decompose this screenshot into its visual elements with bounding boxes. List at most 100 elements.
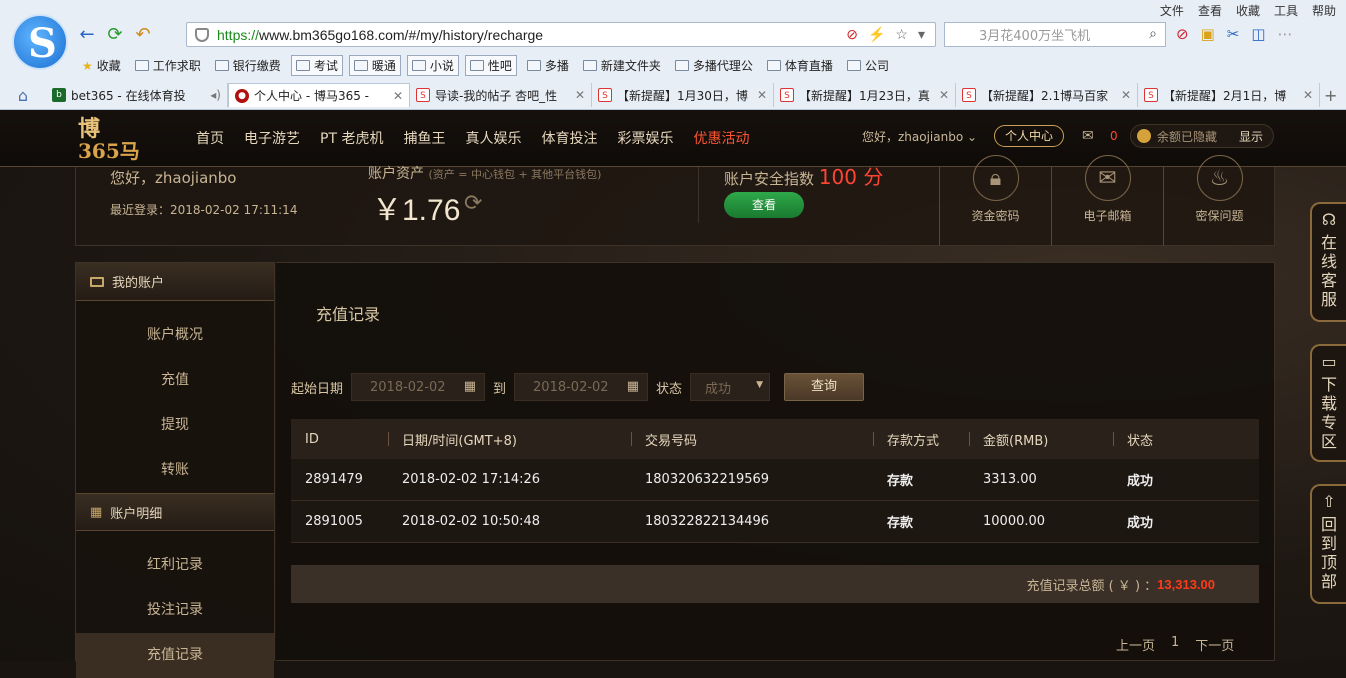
fav-item[interactable]: 新建文件夹 — [579, 55, 665, 76]
start-date-input[interactable]: 2018-02-02 ▦ — [351, 373, 486, 401]
fav-item[interactable]: 考试 — [290, 55, 343, 76]
search-icon[interactable]: ⌕ — [1149, 26, 1157, 42]
scissors-icon[interactable]: ✂ — [1227, 25, 1240, 43]
nav-live-casino[interactable]: 真人娱乐 — [465, 128, 521, 148]
close-icon[interactable]: ✕ — [757, 88, 767, 102]
nav-lottery[interactable]: 彩票娱乐 — [617, 128, 673, 148]
folder-icon — [526, 60, 541, 71]
menu-favorites[interactable]: 收藏 — [1236, 2, 1260, 19]
close-icon[interactable]: ✕ — [393, 89, 403, 103]
close-icon[interactable]: ✕ — [1121, 88, 1131, 102]
show-balance-button[interactable]: 显示 — [1239, 128, 1263, 145]
float-back-to-top[interactable]: ⇧ 回到顶部 — [1310, 484, 1346, 604]
nav-fishing[interactable]: 捕鱼王 — [403, 128, 445, 148]
back-arrow-icon[interactable]: ← — [76, 24, 98, 46]
fund-password-link[interactable]: 🔒︎ 资金密码 — [939, 155, 1051, 246]
user-menu[interactable]: 您好，zhaojianbo ⌄ — [862, 128, 977, 145]
undo-icon[interactable]: ↶ — [132, 24, 154, 46]
tab-bet365[interactable]: b bet365 - 在线体育投 ◂) — [46, 83, 228, 107]
balance-widget: 余额已隐藏 显示 — [1130, 124, 1274, 148]
calendar-icon[interactable]: ▦ — [464, 379, 476, 394]
fav-item[interactable]: 体育直播 — [763, 55, 837, 76]
calculator-icon: ▦ — [90, 504, 103, 520]
sidebar-item-bonus[interactable]: 红利记录 — [76, 543, 274, 588]
fav-item[interactable]: 工作求职 — [131, 55, 205, 76]
nav-sports[interactable]: 体育投注 — [541, 128, 597, 148]
sidebar-item-overview[interactable]: 账户概况 — [76, 313, 274, 358]
cell-method: 存款 — [887, 516, 914, 531]
menu-file[interactable]: 文件 — [1160, 2, 1184, 19]
tab-item[interactable]: S 导读-我的帖子 杏吧_性 ✕ — [410, 83, 592, 107]
star-icon[interactable]: ☆ — [895, 26, 908, 43]
calendar-icon[interactable]: ▦ — [627, 379, 639, 394]
section-label: 账户明细 — [110, 506, 163, 522]
sidebar-item-transfer[interactable]: 转账 — [76, 448, 274, 493]
next-page-link[interactable]: 下一页 — [1195, 635, 1234, 654]
sidebar-section-my-account[interactable]: 我的账户 — [76, 263, 274, 301]
folder-icon — [674, 60, 689, 71]
email-link[interactable]: ✉ 电子邮箱 — [1051, 155, 1163, 246]
cell-datetime: 2018-02-02 17:14:26 — [402, 472, 541, 487]
more-icon[interactable]: ⋯ — [1278, 25, 1293, 43]
tab-item[interactable]: S 【新提醒】1月23日，真 ✕ — [774, 83, 956, 107]
fav-item[interactable]: 多播代理公 — [671, 55, 757, 76]
menu-help[interactable]: 帮助 — [1312, 2, 1336, 19]
cell-amount: 10000.00 — [983, 514, 1046, 529]
new-tab-icon[interactable]: + — [1324, 86, 1337, 105]
sidebar-item-withdraw[interactable]: 提现 — [76, 403, 274, 448]
dropdown-icon[interactable]: ▾ — [918, 26, 925, 43]
close-icon[interactable]: ✕ — [939, 88, 949, 102]
float-download[interactable]: ▭ 下载专区 — [1310, 344, 1346, 462]
sidebar-item-deposit[interactable]: 充值 — [76, 358, 274, 403]
menu-tools[interactable]: 工具 — [1274, 2, 1298, 19]
close-icon[interactable]: ✕ — [575, 88, 585, 102]
address-bar[interactable]: https:// www.bm365go168.com/#/my/history… — [186, 22, 936, 47]
security-question-link[interactable]: ♨ 密保问题 — [1163, 155, 1275, 246]
block-icon[interactable]: ⊘ — [846, 26, 858, 43]
status-select[interactable]: 成功 ▼ — [690, 373, 771, 401]
fav-item[interactable]: 性吧 — [464, 55, 517, 76]
user-greeting: 您好，zhaojianbo — [862, 130, 964, 144]
fav-item[interactable]: 银行缴费 — [211, 55, 285, 76]
envelope-icon[interactable]: ✉ — [1082, 128, 1094, 144]
sidebar-item-recharge[interactable]: 充值记录 — [76, 633, 274, 678]
lightning-icon[interactable]: ⚡ — [868, 26, 885, 43]
close-icon[interactable]: ✕ — [1303, 88, 1313, 102]
nav-pt-slots[interactable]: PT 老虎机 — [320, 128, 383, 148]
fav-item[interactable]: 公司 — [843, 55, 893, 76]
fav-item[interactable]: 多播 — [523, 55, 573, 76]
query-button[interactable]: 查询 — [784, 373, 865, 401]
prev-page-link[interactable]: 上一页 — [1116, 635, 1155, 654]
nav-buttons: ← ⟳ ↶ — [76, 22, 160, 48]
menu-view[interactable]: 查看 — [1198, 2, 1222, 19]
sound-icon[interactable]: ◂) — [210, 88, 221, 102]
s-icon: S — [598, 88, 612, 102]
tab-item[interactable]: S 【新提醒】1月30日，博 ✕ — [592, 83, 774, 107]
translate-icon[interactable]: ◫ — [1251, 25, 1265, 43]
personal-center-button[interactable]: 个人中心 — [994, 125, 1064, 147]
float-customer-service[interactable]: ☊ 在线客服 — [1310, 202, 1346, 322]
browser-logo-icon[interactable]: S — [12, 14, 68, 70]
refresh-icon[interactable]: ⟳ — [464, 191, 482, 216]
tab-personal-center[interactable]: ● 个人中心 - 博马365 - ✕ — [228, 83, 410, 107]
home-icon[interactable]: ⌂ — [0, 86, 46, 105]
page-number[interactable]: 1 — [1171, 635, 1179, 654]
sidebar-section-details[interactable]: ▦ 账户明细 — [76, 493, 274, 531]
favorites-star[interactable]: ★ 收藏 — [78, 55, 125, 76]
sidebar-item-bets[interactable]: 投注记录 — [76, 588, 274, 633]
tab-item[interactable]: S 【新提醒】2月1日，博 ✕ — [1138, 83, 1320, 107]
brand-logo[interactable]: 博 365马 — [78, 118, 166, 164]
refresh-icon[interactable]: ⟳ — [104, 24, 126, 46]
fav-item[interactable]: 暖通 — [348, 55, 401, 76]
adblock-icon[interactable]: ⊘ — [1176, 25, 1189, 43]
end-date-input[interactable]: 2018-02-02 ▦ — [514, 373, 649, 401]
status-label: 状态 — [656, 381, 683, 397]
tab-item[interactable]: S 【新提醒】2.1博马百家 ✕ — [956, 83, 1138, 107]
nav-egames[interactable]: 电子游艺 — [244, 128, 300, 148]
nav-home[interactable]: 首页 — [196, 128, 224, 148]
search-box[interactable]: 3月花400万坐飞机 ⌕ — [944, 22, 1166, 47]
nav-promotions[interactable]: 优惠活动 — [693, 128, 749, 148]
check-security-button[interactable]: 查看 — [724, 192, 804, 218]
extension-icon[interactable]: ▣ — [1201, 25, 1215, 43]
fav-item[interactable]: 小说 — [406, 55, 459, 76]
